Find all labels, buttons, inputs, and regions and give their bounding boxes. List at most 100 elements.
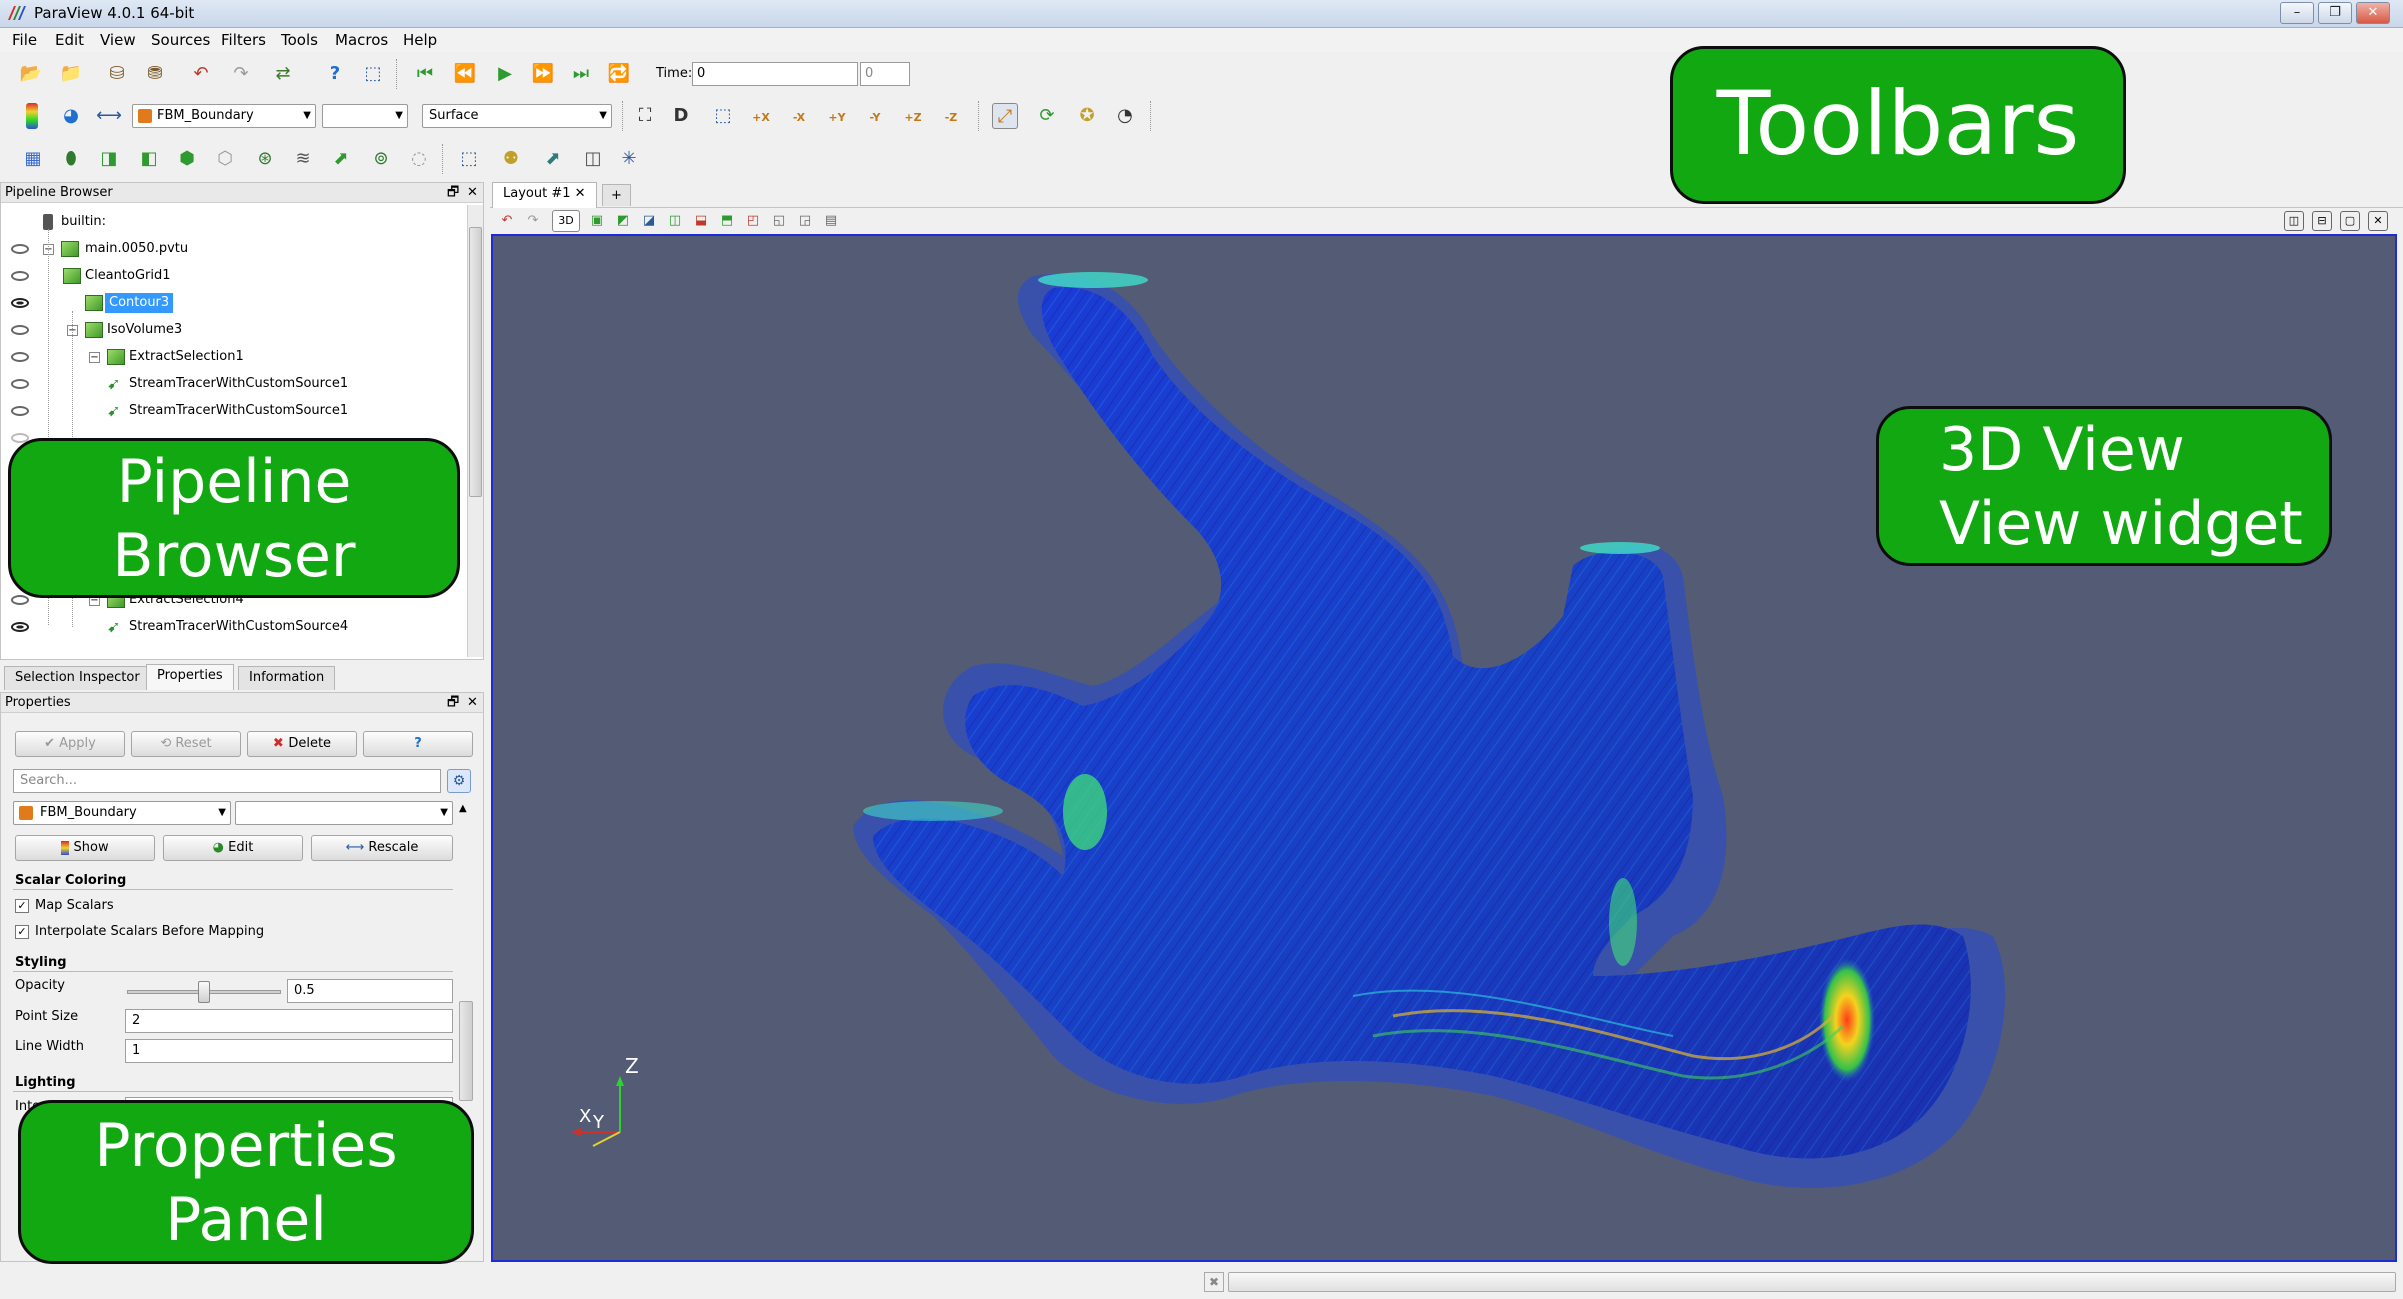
select-points-on-icon[interactable]: ◪ [638,210,660,232]
group-datasets-icon[interactable]: ⊚ [368,146,394,172]
eye-icon[interactable] [11,622,29,632]
pipeline-scrollbar[interactable] [467,205,483,657]
menu-edit[interactable]: Edit [55,31,84,49]
select-cells-on-icon[interactable]: ◩ [612,210,634,232]
clear-selection-icon[interactable]: ✳ [616,146,642,172]
connect-icon[interactable]: ⇄ [270,61,296,87]
select-block-icon[interactable]: ⬈ [540,146,566,172]
shrink-selection-icon[interactable]: ◲ [794,210,816,232]
threshold-filter-icon[interactable]: ⬢ [174,146,200,172]
loop-icon[interactable]: 🔁 [606,61,632,87]
grow-selection-icon[interactable]: ◱ [768,210,790,232]
menu-view[interactable]: View [100,31,136,49]
clear-selection-icon[interactable]: ▤ [820,210,842,232]
undo-icon[interactable]: ↶ [188,61,214,87]
center-of-rotation-icon[interactable]: ✪ [1074,103,1100,129]
abort-icon[interactable]: ✖ [1204,1272,1224,1292]
restore-button[interactable]: ❐ [2318,2,2352,24]
redo-icon[interactable]: ↷ [228,61,254,87]
tab-properties[interactable]: Properties [146,664,234,690]
point-size-input[interactable]: 2 [125,1009,453,1033]
interpolate-scalars-checkbox[interactable]: ✓ [15,925,29,939]
camera-undo-icon[interactable]: ↶ [496,210,518,232]
interaction-mode-icon[interactable]: ⤢ [992,103,1018,129]
scrollbar-thumb[interactable] [469,227,482,497]
color-component-combo[interactable]: ▼ [235,801,453,825]
view-plus-y-button[interactable]: +Y [824,105,850,131]
scroll-up-icon[interactable]: ▲ [459,803,467,814]
view-plus-x-button[interactable]: +X [748,105,774,131]
close-panel-icon[interactable]: ✕ [467,693,478,713]
play-icon[interactable]: ▶ [492,61,518,87]
opacity-input[interactable]: 0.5 [287,979,453,1003]
menu-file[interactable]: File [12,31,37,49]
edit-colormap-button[interactable]: ◕ Edit [163,835,303,861]
tree-item-builtin[interactable]: builtin: [1,209,471,235]
properties-scrollbar-thumb[interactable] [459,1001,473,1101]
zoom-to-data-icon[interactable]: ⬚ [710,103,736,129]
reset-button[interactable]: ⟲ Reset [131,731,241,757]
contour-filter-icon[interactable]: ⬮ [58,146,84,172]
tab-layout-1[interactable]: Layout #1 ✕ [492,182,597,208]
view-plus-z-button[interactable]: +Z [900,105,926,131]
advanced-gear-icon[interactable]: ⚙ [447,769,471,793]
split-vertical-icon[interactable]: ⊟ [2312,211,2332,231]
rescale-range-icon[interactable]: ⟷ [96,103,122,129]
color-by-combo[interactable]: FBM_Boundary ▼ [13,801,231,825]
close-tab-icon[interactable]: ✕ [575,186,586,201]
split-horizontal-icon[interactable]: ◫ [2284,211,2304,231]
eye-icon[interactable] [11,244,29,254]
undock-icon[interactable]: 🗗 [447,693,459,713]
edit-color-map-icon[interactable]: ◕ [58,103,84,129]
interactive-select-icon[interactable]: ◫ [580,146,606,172]
save-state-icon[interactable]: ⛃ [142,61,168,87]
pick-center-icon[interactable]: ⬚ [360,61,386,87]
camera-redo-icon[interactable]: ↷ [522,210,544,232]
select-points-through-icon[interactable]: ⬓ [690,210,712,232]
show-colorbar-button[interactable]: Show [15,835,155,861]
menu-filters[interactable]: Filters [221,31,266,49]
clip-filter-icon[interactable]: ◨ [96,146,122,172]
previous-frame-icon[interactable]: ⏪ [452,61,478,87]
add-layout-tab[interactable]: + [602,184,631,206]
show-center-icon[interactable]: D [668,103,694,129]
eye-icon[interactable] [11,271,29,281]
timestep-spinbox[interactable]: 0 [860,62,910,86]
first-frame-icon[interactable]: ⏮ [412,61,438,87]
eye-icon[interactable] [11,352,29,362]
view-minus-x-button[interactable]: -X [786,105,812,131]
delete-button[interactable]: ✖ Delete [247,731,357,757]
close-window-button[interactable]: ✕ [2356,2,2390,24]
eye-icon[interactable] [11,379,29,389]
extract-level-icon[interactable]: ◌ [406,146,432,172]
eye-icon[interactable] [11,406,29,416]
select-points-icon[interactable]: ⚉ [498,146,524,172]
minimize-button[interactable]: – [2280,2,2314,24]
warp-vector-icon[interactable]: ⬈ [328,146,354,172]
color-legend-icon[interactable] [26,103,38,129]
eye-icon[interactable] [11,325,29,335]
next-frame-icon[interactable]: ⏩ [530,61,556,87]
save-data-icon[interactable]: 📁 [58,61,84,87]
interactive-select-icon[interactable]: ◰ [742,210,764,232]
menu-tools[interactable]: Tools [281,31,318,49]
last-frame-icon[interactable]: ⏭ [568,61,594,87]
stream-tracer-icon[interactable]: ≋ [290,146,316,172]
help-icon[interactable]: ? [322,61,348,87]
close-panel-icon[interactable]: ✕ [467,183,478,203]
tab-information[interactable]: Information [238,666,336,690]
help-button[interactable]: ? [363,731,473,757]
eye-icon[interactable] [11,298,29,308]
select-block-icon[interactable]: ⬒ [716,210,738,232]
opacity-slider-thumb[interactable] [198,981,210,1003]
line-width-input[interactable]: 1 [125,1039,453,1063]
capture-screenshot-icon[interactable]: ▣ [586,210,608,232]
select-cells-icon[interactable]: ⬚ [456,146,482,172]
close-view-icon[interactable]: ✕ [2368,211,2388,231]
view-minus-y-button[interactable]: -Y [862,105,888,131]
collapse-icon[interactable]: − [89,352,100,363]
tree-item-cleantogrid1[interactable]: CleantoGrid1 [1,263,471,289]
rotate-90-icon[interactable]: ⟳ [1034,103,1060,129]
menu-help[interactable]: Help [403,31,437,49]
representation-combo[interactable]: Surface ▼ [422,104,612,128]
